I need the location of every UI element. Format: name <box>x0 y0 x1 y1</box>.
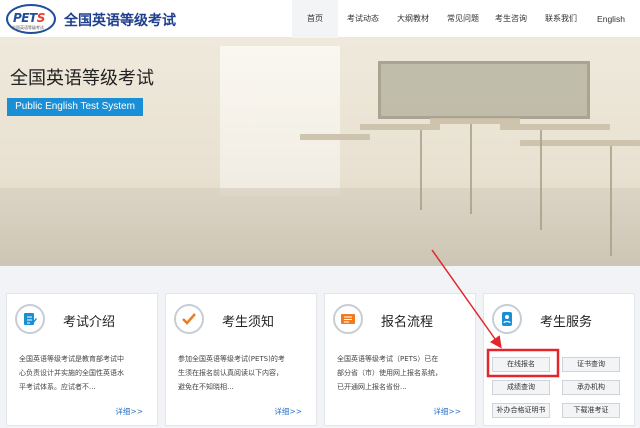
reissue-certificate-button[interactable]: 补办合格证明书 <box>492 403 550 418</box>
desk-leg <box>420 130 422 210</box>
card-title: 考生须知 <box>222 315 275 330</box>
site-header: PETS 全国英语等级考试 全国英语等级考试 首页 考试动态 大纲教材 常见问题… <box>0 0 640 38</box>
hero-badge: Public English Test System <box>7 98 143 116</box>
card-title: 报名流程 <box>381 315 434 330</box>
desk <box>500 124 610 130</box>
more-link[interactable]: 详细>> <box>274 406 302 417</box>
desk-leg <box>610 146 612 256</box>
card-candidate-notice: 考生须知 参加全国英语等级考试(PETS)的考 生须在报名前认真阅读以下内容， … <box>165 293 317 426</box>
desk-leg <box>540 130 542 230</box>
card-description: 参加全国英语等级考试(PETS)的考 生须在报名前认真阅读以下内容， 避免在不知… <box>178 355 285 391</box>
more-link[interactable]: 详细>> <box>433 406 461 417</box>
hero-title: 全国英语等级考试 <box>10 68 154 89</box>
form-list-icon <box>333 304 363 334</box>
checkmark-icon <box>174 304 204 334</box>
card-description: 全国英语等级考试是教育部考试中 心负责设计并实施的全国性英语水 平考试体系。应试… <box>19 355 124 391</box>
card-description: 全国英语等级考试（PETS）已在 部分省（市）使用网上报名系统， 已开通网上报名… <box>337 355 442 391</box>
classroom-blackboard <box>378 61 590 119</box>
nav-exam-news[interactable]: 考试动态 <box>340 0 386 38</box>
logo-wordmark: PETS <box>13 11 45 25</box>
download-admission-ticket-button[interactable]: 下载准考证 <box>562 403 620 418</box>
online-registration-button[interactable]: 在线报名 <box>492 357 550 372</box>
classroom-window <box>220 46 340 196</box>
card-exam-intro: 考试介绍 全国英语等级考试是教育部考试中 心负责设计并实施的全国性英语水 平考试… <box>6 293 158 426</box>
desk-leg <box>470 124 472 214</box>
logo-subtitle: 全国英语等级考试 <box>12 25 44 30</box>
document-edit-icon <box>15 304 45 334</box>
hero-banner: 全国英语等级考试 Public English Test System <box>0 38 640 266</box>
card-registration-process: 报名流程 全国英语等级考试（PETS）已在 部分省（市）使用网上报名系统， 已开… <box>324 293 476 426</box>
classroom-floor <box>0 188 640 266</box>
score-query-button[interactable]: 成绩查询 <box>492 380 550 395</box>
nav-contact[interactable]: 联系我们 <box>538 0 584 38</box>
card-candidate-services: 考生服务 在线报名 证书查询 成绩查询 承办机构 补办合格证明书 下载准考证 <box>483 293 635 426</box>
nav-home[interactable]: 首页 <box>292 0 338 38</box>
organizer-button[interactable]: 承办机构 <box>562 380 620 395</box>
nav-syllabus[interactable]: 大纲教材 <box>390 0 436 38</box>
nav-faq[interactable]: 常见问题 <box>440 0 486 38</box>
desk <box>300 134 370 140</box>
id-card-icon <box>492 304 522 334</box>
desk <box>520 140 640 146</box>
card-title: 考试介绍 <box>63 315 116 330</box>
card-title: 考生服务 <box>540 315 593 330</box>
desk <box>360 124 440 130</box>
more-link[interactable]: 详细>> <box>115 406 143 417</box>
pets-logo[interactable]: PETS 全国英语等级考试 <box>6 4 56 34</box>
certificate-query-button[interactable]: 证书查询 <box>562 357 620 372</box>
nav-english[interactable]: English <box>588 0 634 38</box>
site-title: 全国英语等级考试 <box>64 13 176 29</box>
nav-consult[interactable]: 考生咨询 <box>488 0 534 38</box>
